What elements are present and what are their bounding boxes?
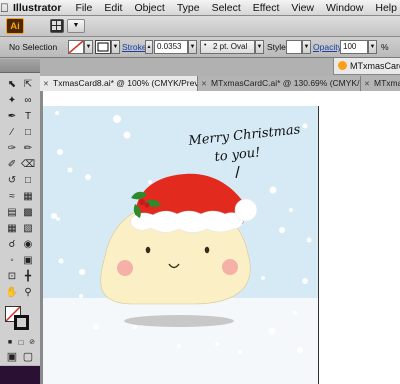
hand-tool-icon[interactable]: ✋ bbox=[5, 286, 19, 300]
control-panel: No Selection ▼ ▼ Stroke ▲ 0.0353 ▼ • 2 p… bbox=[0, 37, 400, 58]
stroke-dropdown[interactable]: ▼ bbox=[111, 40, 120, 54]
left-cheek bbox=[117, 260, 133, 276]
character-shadow bbox=[124, 315, 234, 327]
blob-brush-tool-icon[interactable]: ✐ bbox=[5, 158, 19, 172]
draw-mode-icon[interactable]: ▢ bbox=[21, 350, 35, 364]
column-graph-tool-icon[interactable]: ▩ bbox=[21, 206, 35, 220]
stroke-weight-stepper[interactable]: ▲ bbox=[145, 40, 153, 54]
paintbrush-tool-icon[interactable]: ✑ bbox=[5, 142, 19, 156]
lasso-tool-icon[interactable]: ∞ bbox=[21, 94, 35, 108]
close-tab-icon[interactable]: ✕ bbox=[364, 77, 372, 91]
menu-file[interactable]: File bbox=[69, 0, 98, 16]
screen-mode-icon[interactable]: ▣ bbox=[5, 350, 19, 364]
eyedropper-tool-icon[interactable]: ☌ bbox=[5, 238, 19, 252]
live-paint-bucket-tool-icon[interactable]: ◦ bbox=[5, 254, 19, 268]
zoom-tool-icon[interactable]: ⚲ bbox=[21, 286, 35, 300]
fill-swatch[interactable] bbox=[68, 40, 84, 54]
symbol-sprayer-tool-icon[interactable]: ▤ bbox=[5, 206, 19, 220]
snow-ground bbox=[43, 298, 318, 384]
type-tool-icon[interactable]: T bbox=[21, 110, 35, 124]
arrange-documents-button[interactable]: ▼ bbox=[67, 19, 85, 33]
santa-hat-brim bbox=[130, 210, 244, 233]
stroke-swatch[interactable] bbox=[95, 40, 111, 54]
menu-view[interactable]: View bbox=[285, 0, 320, 16]
tools-panel: ⬉ ⇱ ✦ ∞ ✒ T ∕ □ ✑ ✏ ✐ ⌫ ↺ □ ≈ ▦ ▤ ▩ ▦ ▧ … bbox=[0, 59, 42, 365]
graphic-style-swatch[interactable] bbox=[286, 40, 302, 54]
window-close-icon[interactable] bbox=[338, 61, 347, 70]
artwork-canvas[interactable]: Merry Christmas to you! bbox=[43, 106, 319, 384]
opacity-unit: % bbox=[381, 42, 389, 52]
menu-type[interactable]: Type bbox=[171, 0, 206, 16]
opacity-field[interactable]: 100 bbox=[340, 40, 368, 54]
stroke-color-swatch[interactable] bbox=[14, 315, 29, 330]
pencil-tool-icon[interactable]: ✏ bbox=[21, 142, 35, 156]
scale-tool-icon[interactable]: □ bbox=[21, 174, 35, 188]
menu-select[interactable]: Select bbox=[206, 0, 247, 16]
close-tab-icon[interactable]: ✕ bbox=[43, 77, 51, 91]
application-bar: Ai ▼ bbox=[0, 16, 400, 37]
right-cheek bbox=[222, 259, 238, 275]
right-eye bbox=[204, 246, 210, 254]
direct-selection-tool-icon[interactable]: ⇱ bbox=[21, 78, 35, 92]
app-menu[interactable]: Illustrator bbox=[9, 0, 69, 16]
live-paint-selection-tool-icon[interactable]: ▣ bbox=[21, 254, 35, 268]
slice-tool-icon[interactable]: ╋ bbox=[21, 270, 35, 284]
illustrator-logo: Ai bbox=[6, 18, 24, 34]
go-to-bridge-button[interactable] bbox=[50, 19, 64, 33]
stroke-weight-field[interactable]: 0.0353 bbox=[154, 40, 188, 54]
pen-tool-icon[interactable]: ✒ bbox=[5, 110, 19, 124]
brush-definition-field[interactable]: • 2 pt. Oval bbox=[200, 40, 255, 54]
selection-tool-icon[interactable]: ⬉ bbox=[5, 78, 19, 92]
left-eye bbox=[145, 246, 151, 254]
close-tab-icon[interactable]: ✕ bbox=[201, 77, 209, 91]
tools-panel-header[interactable] bbox=[0, 59, 41, 73]
menu-object[interactable]: Object bbox=[128, 0, 170, 16]
menu-effect[interactable]: Effect bbox=[247, 0, 286, 16]
line-tool-icon[interactable]: ∕ bbox=[5, 126, 19, 140]
gradient-tool-icon[interactable]: ▧ bbox=[21, 222, 35, 236]
tab-mtxmascardc[interactable]: ✕ MTxmasCardC.ai* @ 130.69% (CMYK/... bbox=[198, 76, 361, 91]
graphic-style-dropdown[interactable]: ▼ bbox=[302, 40, 311, 54]
none-icon[interactable]: ⊘ bbox=[25, 336, 39, 350]
menu-edit[interactable]: Edit bbox=[98, 0, 128, 16]
warp-tool-icon[interactable]: ≈ bbox=[5, 190, 19, 204]
eraser-tool-icon[interactable]: ⌫ bbox=[21, 158, 35, 172]
apple-menu-icon[interactable]:  bbox=[0, 0, 9, 16]
tab-mtxmascard[interactable]: ✕MTxmasCard bbox=[361, 76, 400, 91]
fill-dropdown[interactable]: ▼ bbox=[84, 40, 93, 54]
artboard[interactable]: Merry Christmas to you! bbox=[43, 106, 319, 384]
mesh-tool-icon[interactable]: ▦ bbox=[5, 222, 19, 236]
tab-txmascard8[interactable]: ✕TxmasCard8.ai* @ 100% (CMYK/Preview) bbox=[40, 76, 198, 91]
santa-hat-pompom bbox=[234, 198, 258, 222]
stroke-weight-dropdown[interactable]: ▼ bbox=[188, 40, 197, 54]
menu-help[interactable]: Help bbox=[369, 0, 400, 16]
desktop-background bbox=[0, 366, 40, 384]
magic-wand-tool-icon[interactable]: ✦ bbox=[5, 94, 19, 108]
crop-area-tool-icon[interactable]: ⊡ bbox=[5, 270, 19, 284]
blend-tool-icon[interactable]: ◉ bbox=[21, 238, 35, 252]
free-transform-tool-icon[interactable]: ▦ bbox=[21, 190, 35, 204]
rectangle-tool-icon[interactable]: □ bbox=[21, 126, 35, 140]
opacity-label[interactable]: Opacity bbox=[313, 42, 342, 52]
menu-window[interactable]: Window bbox=[320, 0, 369, 16]
opacity-dropdown[interactable]: ▼ bbox=[368, 40, 377, 54]
stroke-label[interactable]: Stroke bbox=[122, 42, 147, 52]
brush-dropdown[interactable]: ▼ bbox=[255, 40, 264, 54]
selection-status: No Selection bbox=[9, 42, 58, 52]
document-window-title[interactable]: MTxmasCardC bbox=[333, 58, 400, 75]
document-tabs: ✕TxmasCard8.ai* @ 100% (CMYK/Preview) ✕M… bbox=[40, 76, 400, 91]
rotate-tool-icon[interactable]: ↺ bbox=[5, 174, 19, 188]
menu-bar:  Illustrator File Edit Object Type Sele… bbox=[0, 0, 400, 16]
